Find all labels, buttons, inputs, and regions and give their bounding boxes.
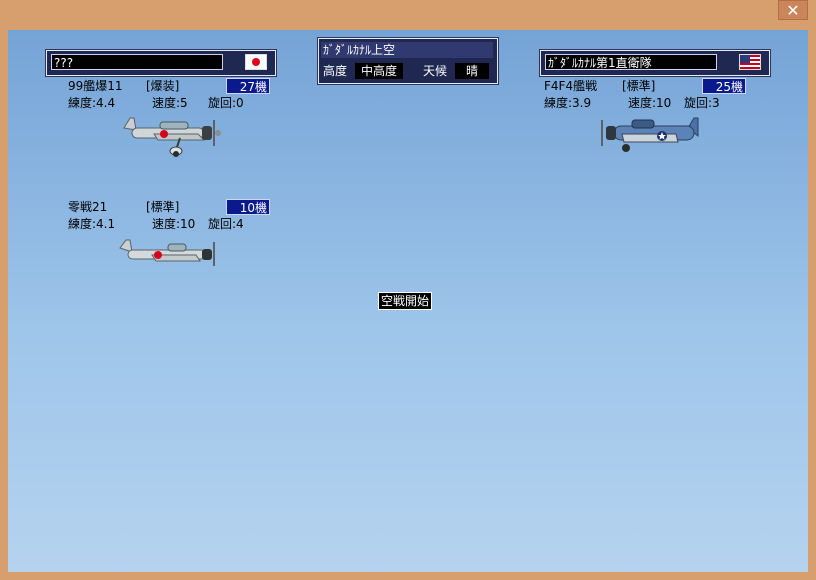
right-group-1-aircraft: F4F4艦戦 (544, 79, 598, 93)
left-group-2-aircraft: 零戦21 (68, 200, 108, 214)
game-window: ✕ ??? ｶﾞﾀﾞﾙｶﾅﾙ上空 高度 中高度 天候 晴 ｶﾞﾀﾞﾙｶﾅﾙ第1直… (0, 0, 816, 580)
dive-bomber-sprite[interactable] (120, 114, 228, 160)
battle-message: 空戦開始 (378, 292, 433, 310)
left-group-1-loadout: [爆装] (146, 79, 180, 93)
left-group-1-skill: 練度:4.4 (68, 96, 116, 110)
left-group-1-turn: 旋回:0 (208, 96, 244, 110)
close-button[interactable]: ✕ (778, 0, 808, 20)
right-unit-name: ｶﾞﾀﾞﾙｶﾅﾙ第1直衛隊 (545, 54, 717, 70)
battle-canvas: ??? ｶﾞﾀﾞﾙｶﾅﾙ上空 高度 中高度 天候 晴 ｶﾞﾀﾞﾙｶﾅﾙ第1直衛隊… (8, 30, 808, 572)
right-group-1-speed: 速度:10 (628, 96, 672, 110)
usa-flag-icon (739, 54, 761, 70)
left-group-1-speed: 速度:5 (152, 96, 188, 110)
right-group-1-skill: 練度:3.9 (544, 96, 592, 110)
zero-fighter-sprite[interactable] (116, 236, 224, 270)
altitude-label: 高度 (323, 64, 348, 78)
right-unit-bar: ｶﾞﾀﾞﾙｶﾅﾙ第1直衛隊 (540, 50, 770, 76)
battle-location: ｶﾞﾀﾞﾙｶﾅﾙ上空 (321, 42, 493, 58)
right-group-1-count: 25機 (702, 78, 746, 94)
battle-info-panel: ｶﾞﾀﾞﾙｶﾅﾙ上空 高度 中高度 天候 晴 (318, 38, 498, 84)
altitude-value: 中高度 (355, 63, 403, 79)
left-group-2-loadout: [標準] (146, 200, 180, 214)
japan-flag-icon (245, 54, 267, 70)
left-group-2-turn: 旋回:4 (208, 217, 244, 231)
left-group-2-count: 10機 (226, 199, 270, 215)
weather-value: 晴 (455, 63, 489, 79)
weather-label: 天候 (423, 64, 448, 78)
wildcat-fighter-sprite[interactable] (592, 116, 702, 154)
left-commander-bar: ??? (46, 50, 276, 76)
right-group-1-loadout: [標準] (622, 79, 656, 93)
left-commander-name: ??? (51, 54, 223, 70)
left-group-2-skill: 練度:4.1 (68, 217, 116, 231)
left-group-2-speed: 速度:10 (152, 217, 196, 231)
right-group-1-turn: 旋回:3 (684, 96, 720, 110)
left-group-1-count: 27機 (226, 78, 270, 94)
left-group-1-aircraft: 99艦爆11 (68, 79, 123, 93)
